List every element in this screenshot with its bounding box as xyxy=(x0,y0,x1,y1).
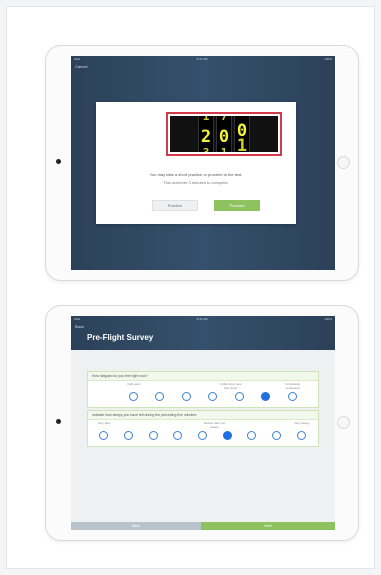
counter-reel: 0 1 xyxy=(234,116,250,152)
practice-modal: 1 2 3 7 0 1 0 1 xyxy=(96,102,296,224)
scale-label-low: Fully alert xyxy=(127,382,141,386)
status-battery: 100% xyxy=(324,317,332,321)
radio-option-3[interactable] xyxy=(148,431,158,440)
radio-option-9[interactable] xyxy=(296,431,306,440)
scale-labels: Fully alert A little tired, less than fr… xyxy=(88,381,318,391)
practice-button[interactable]: Practice xyxy=(152,200,198,211)
ipad-screen: iPad 9:41 AM 100% Cancel 1 2 3 7 0 xyxy=(71,56,335,270)
ipad-device-counter-screen: iPad 9:41 AM 100% Cancel 1 2 3 7 0 xyxy=(45,45,359,281)
radio-option-3[interactable] xyxy=(181,392,191,401)
counter-reel: 1 2 3 xyxy=(198,116,214,152)
status-bar: iPad 9:41 AM 100% xyxy=(71,56,335,62)
page-title: Pre-Flight Survey xyxy=(87,333,154,342)
reel-prev-digit: 1 xyxy=(202,116,210,123)
ipad-device-survey-screen: iPad 9:41 AM 100% Back Pre-Flight Survey… xyxy=(45,305,359,541)
survey-header: iPad 9:41 AM 100% Back Pre-Flight Survey xyxy=(71,316,335,350)
scale-label-low: Very alert xyxy=(97,421,111,425)
status-battery: 100% xyxy=(324,57,332,61)
scale-label-mid: Neither alert nor sleepy xyxy=(203,421,226,429)
radio-option-4[interactable] xyxy=(208,392,218,401)
radio-option-6-selected[interactable] xyxy=(222,431,232,440)
radio-option-1[interactable] xyxy=(99,431,109,440)
cancel-link[interactable]: Cancel xyxy=(75,64,87,69)
modal-submessage: This screener 3 minutes to complete. xyxy=(163,180,229,185)
radio-option-5[interactable] xyxy=(198,431,207,440)
radio-scale xyxy=(88,391,318,403)
reel-next-digit: 3 xyxy=(199,146,213,152)
radio-option-2[interactable] xyxy=(123,431,133,440)
question-text: How fatigued do you feel right now? xyxy=(88,372,318,381)
reel-prev-digit: 7 xyxy=(220,116,228,123)
status-bar: iPad 9:41 AM 100% xyxy=(71,316,335,322)
radio-option-2[interactable] xyxy=(155,392,165,401)
scale-label-high: Very sleepy xyxy=(294,421,310,425)
survey-question-sleepiness: Indicate how sleepy you have felt during… xyxy=(87,410,319,447)
radio-scale xyxy=(88,430,318,442)
back-link[interactable]: Back xyxy=(75,324,84,329)
radio-option-7[interactable] xyxy=(287,392,297,401)
counter-reel: 7 0 1 xyxy=(216,116,232,152)
radio-option-6-selected[interactable] xyxy=(261,392,271,401)
back-button[interactable]: Back xyxy=(71,522,201,530)
radio-option-8[interactable] xyxy=(272,431,282,440)
screenshot-frame: iPad 9:41 AM 100% Cancel 1 2 3 7 0 xyxy=(6,6,375,569)
radio-option-4[interactable] xyxy=(173,431,183,440)
scale-label-high: Completely exhausted xyxy=(285,382,301,390)
camera-dot-icon xyxy=(56,159,61,164)
proceed-button[interactable]: Proceed xyxy=(214,200,260,211)
scale-labels: Very alert Neither alert nor sleepy Very… xyxy=(88,420,318,430)
home-button-icon[interactable] xyxy=(337,416,350,429)
reel-current-digit: 2 xyxy=(200,127,212,147)
scale-label-mid: A little tired, less than fresh xyxy=(219,382,242,390)
next-button[interactable]: Next xyxy=(201,522,335,530)
home-button-icon[interactable] xyxy=(337,156,350,169)
counter-reels: 1 2 3 7 0 1 0 1 xyxy=(170,116,278,152)
question-text: Indicate how sleepy you have felt during… xyxy=(88,411,318,420)
status-time: 9:41 AM xyxy=(196,57,208,61)
radio-option-1[interactable] xyxy=(129,392,138,401)
modal-message: You may take a short practice or proceed… xyxy=(149,172,243,177)
status-time: 9:41 AM xyxy=(196,317,208,321)
status-carrier: iPad xyxy=(74,57,81,61)
survey-question-fatigue: How fatigued do you feel right now? Full… xyxy=(87,371,319,408)
reel-current-digit: 0 xyxy=(218,127,230,147)
ipad-screen: iPad 9:41 AM 100% Back Pre-Flight Survey… xyxy=(71,316,335,530)
radio-option-7[interactable] xyxy=(247,431,257,440)
camera-dot-icon xyxy=(56,419,61,424)
reaction-counter-display: 1 2 3 7 0 1 0 1 xyxy=(166,112,282,156)
reel-next-digit: 1 xyxy=(217,146,231,152)
reel-next-digit: 1 xyxy=(236,136,248,152)
radio-option-5[interactable] xyxy=(234,392,244,401)
status-carrier: iPad xyxy=(74,317,81,321)
